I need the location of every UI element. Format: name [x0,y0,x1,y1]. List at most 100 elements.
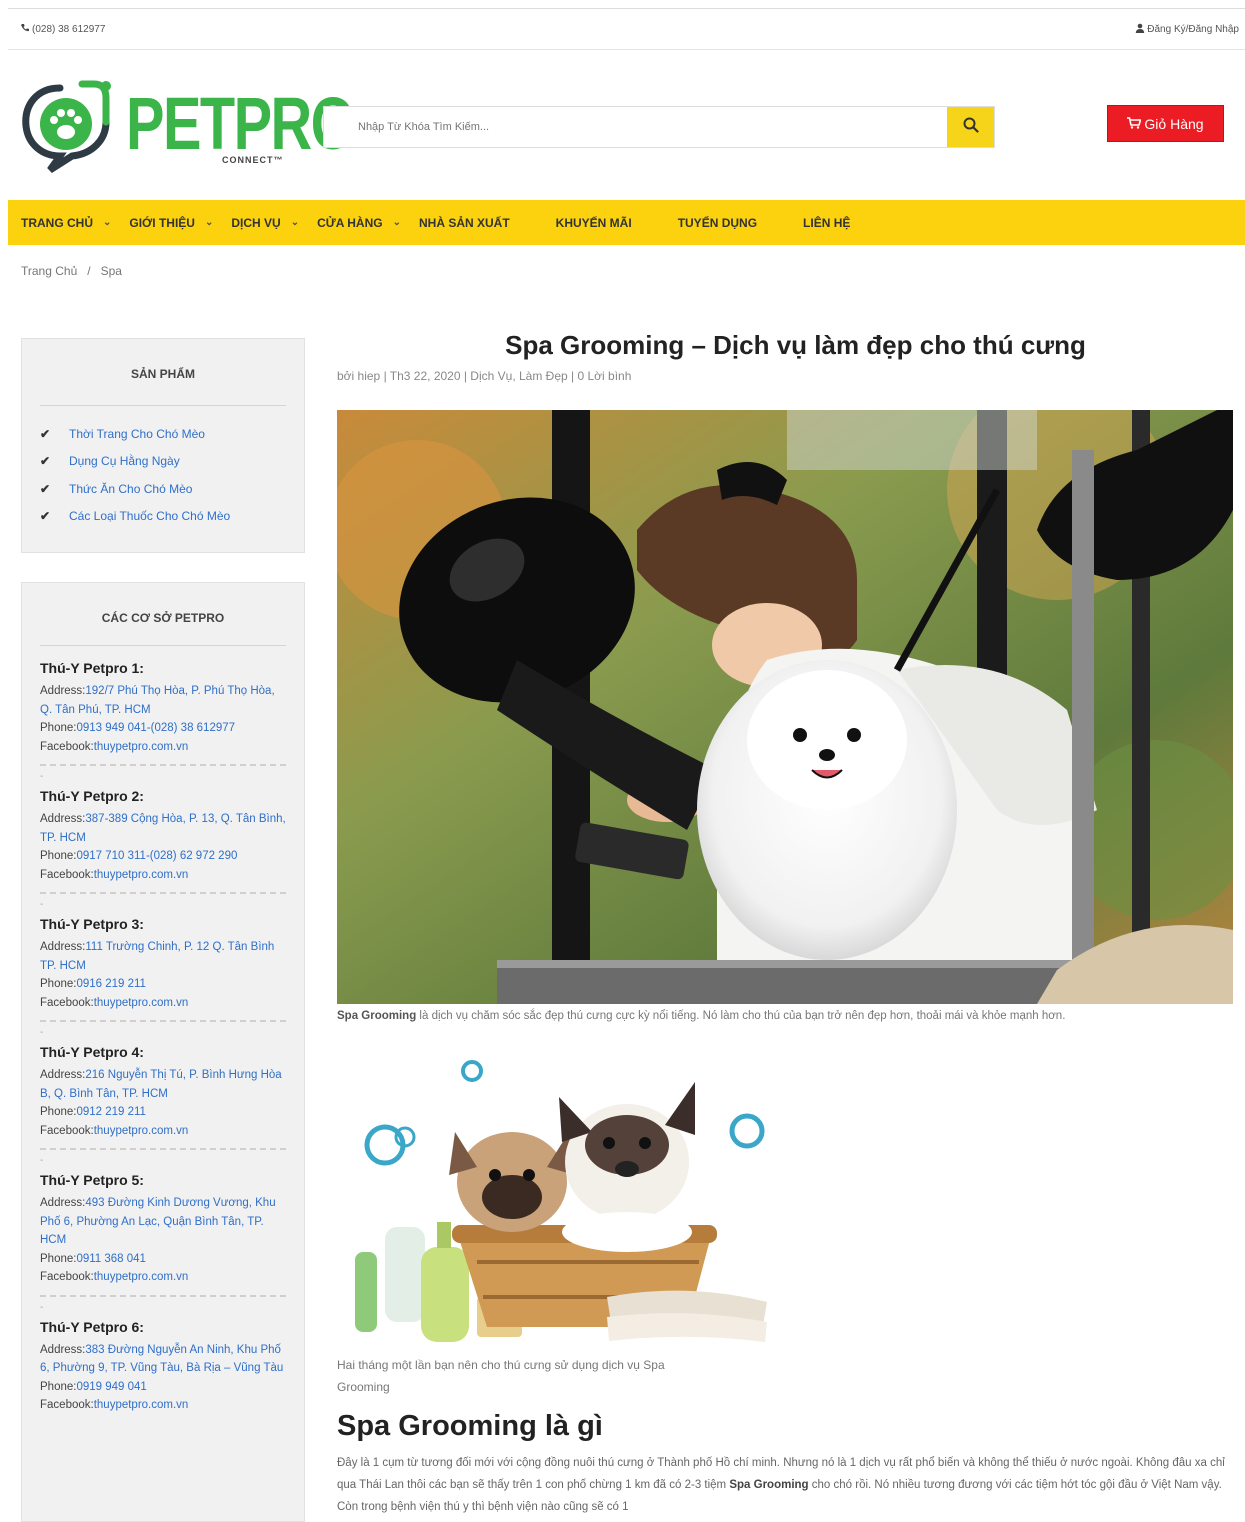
breadcrumb-current: Spa [100,264,122,278]
separator-mark: - [40,899,44,910]
phone-label: Phone: [40,1106,77,1118]
cart-label: Giỏ Hàng [1144,115,1204,132]
article-paragraph: Đây là 1 cụm từ tương đối mới với cộng đ… [337,1452,1245,1522]
breadcrumb-home[interactable]: Trang Chủ [21,264,77,278]
nav-item-services[interactable]: DỊCH VỤ ⌄ [231,216,299,230]
branch-entry: Thú-Y Petpro 1: Address:192/7 Phú Thọ Hò… [22,660,304,788]
phone-contact[interactable]: (028) 38 612977 [20,23,105,36]
separator-mark: - [40,771,44,782]
site-header: PETPRO CONNECT™ Giỏ Hàng [8,50,1245,200]
branch-facebook[interactable]: thuypetpro.com.vn [94,1125,189,1137]
cart-icon [1127,116,1142,132]
separator-mark: - [40,1155,44,1166]
branch-phone[interactable]: 0916 219 211 [76,978,146,990]
branch-entry: Thú-Y Petpro 6: Address:383 Đường Nguyễn… [22,1319,304,1415]
products-widget: SẢN PHẨM ✔ Thời Trang Cho Chó Mèo ✔ Dụng C… [21,338,305,553]
account-link[interactable]: Đăng Ký/Đăng Nhập [1135,23,1239,36]
chevron-down-icon: ⌄ [103,217,112,228]
facebook-label: Facebook: [40,996,94,1009]
nav-item-home[interactable]: TRANG CHỦ ⌄ [21,216,111,230]
branches-widget: CÁC CƠ SỞ PETPRO Thú-Y Petpro 1: Address… [21,582,305,1522]
site-logo[interactable]: PETPRO CONNECT™ [20,76,356,176]
branch-phone[interactable]: 0912 219 211 [76,1106,146,1118]
phone-label: Phone: [40,1252,77,1265]
search-bar [323,106,995,148]
product-category-list: ✔ Thời Trang Cho Chó Mèo ✔ Dụng Cụ Hằng Ng… [22,406,304,530]
nav-item-contact[interactable]: LIÊN HỆ [803,216,850,230]
list-item[interactable]: ✔ Thức Ăn Cho Chó Mèo [40,475,304,503]
category-link[interactable]: Thời Trang Cho Chó Mèo [69,427,205,441]
branch-phone[interactable]: 0919 949 041 [76,1381,146,1393]
nav-item-manufacturers[interactable]: NHÀ SẢN XUẤT [419,216,510,230]
phone-label: Phone: [40,722,77,734]
image-caption: Hai tháng một lần bạn nên cho thú cưng s… [337,1358,665,1394]
branch-facebook[interactable]: thuypetpro.com.vn [94,1399,189,1411]
branch-facebook[interactable]: thuypetpro.com.vn [94,997,189,1009]
branch-name: Thú-Y Petpro 4: [40,1044,144,1060]
nav-item-about[interactable]: GIỚI THIỆU ⌄ [129,216,213,230]
address-label: Address: [40,1197,86,1209]
category-link[interactable]: Thức Ăn Cho Chó Mèo [69,482,192,496]
article-meta: bởi hiep | Th3 22, 2020 | Dịch Vụ, Làm Đ… [337,369,632,383]
nav-label: DỊCH VỤ [231,215,281,230]
list-item[interactable]: ✔ Các Loại Thuốc Cho Chó Mèo [40,503,304,531]
nav-label: GIỚI THIỆU [129,215,195,230]
nav-item-store[interactable]: CỬA HÀNG ⌄ [317,216,401,230]
facebook-label: Facebook: [40,1271,94,1283]
chevron-down-icon: ⌄ [392,217,401,228]
list-item[interactable]: ✔ Dụng Cụ Hằng Ngày [40,448,304,476]
check-icon: ✔ [40,426,51,441]
main-nav: TRANG CHỦ ⌄ GIỚI THIỆU ⌄ DỊCH VỤ ⌄ CỬA HÀNG… [8,200,1245,245]
facebook-label: Facebook: [40,868,94,881]
caption-text: là dịch vụ chăm sóc sắc đẹp thú cưng cực… [416,1010,1066,1022]
branch-phone[interactable]: 0911 368 041 [76,1253,146,1265]
check-icon: ✔ [40,454,51,469]
search-button[interactable] [947,107,994,147]
check-icon: ✔ [40,509,51,524]
article-header: Spa Grooming – Dịch vụ làm đẹp cho thú c… [337,330,1237,383]
phone-label: Phone: [40,978,77,990]
search-icon [963,117,979,138]
top-bar: (028) 38 612977 Đăng Ký/Đăng Nhập [8,8,1245,50]
phone-icon [20,23,30,36]
address-label: Address: [40,1343,86,1356]
paw-logo-icon [20,78,118,174]
branch-entry: Thú-Y Petpro 2: Address:387-389 Cộng Hòa… [22,788,304,916]
nav-label: CỬA HÀNG [317,215,383,230]
phone-label: Phone: [40,1380,77,1393]
branch-name: Thú-Y Petpro 3: [40,916,144,932]
branch-facebook[interactable]: thuypetpro.com.vn [94,869,189,881]
section-heading: Spa Grooming là gì [337,1410,603,1442]
branch-entry: Thú-Y Petpro 3: Address:111 Trường Chinh… [22,916,304,1044]
search-input[interactable] [324,107,947,147]
branch-name: Thú-Y Petpro 2: [40,788,144,804]
caption-keyword: Spa Grooming [337,1010,417,1022]
cart-button[interactable]: Giỏ Hàng [1107,105,1224,142]
branch-phone[interactable]: 0917 710 311-(028) 62 972 290 [76,850,237,862]
nav-item-promotions[interactable]: KHUYẾN MÃI [556,216,632,230]
nav-label: KHUYẾN MÃI [555,215,632,230]
branch-name: Thú-Y Petpro 1: [40,660,144,676]
divider [40,645,286,646]
separator-mark: - [40,1301,44,1313]
article-title: Spa Grooming – Dịch vụ làm đẹp cho thú c… [505,330,1086,360]
branch-phone[interactable]: 0913 949 041-(028) 38 612977 [76,722,235,734]
address-label: Address: [40,1069,86,1081]
logo-wordmark: PETPRO [126,82,356,165]
chevron-down-icon: ⌄ [204,217,214,228]
chevron-down-icon: ⌄ [290,217,300,228]
facebook-label: Facebook: [40,1399,94,1411]
category-link[interactable]: Dụng Cụ Hằng Ngày [69,454,180,468]
category-link[interactable]: Các Loại Thuốc Cho Chó Mèo [69,509,230,523]
nav-item-careers[interactable]: TUYỂN DỤNG [678,216,757,230]
list-item[interactable]: ✔ Thời Trang Cho Chó Mèo [40,420,304,448]
breadcrumb: Trang Chủ / Spa [21,264,122,278]
account-label: Đăng Ký/Đăng Nhập [1147,23,1239,35]
products-title: SẢN PHẨM [130,367,195,381]
branch-facebook[interactable]: thuypetpro.com.vn [94,741,189,753]
branch-facebook[interactable]: thuypetpro.com.vn [94,1271,189,1283]
photo-caption: Spa Grooming là dịch vụ chăm sóc sắc đẹp… [337,1006,1237,1027]
nav-label: TRANG CHỦ [21,215,93,230]
address-label: Address: [40,941,86,953]
check-icon: ✔ [40,481,51,496]
